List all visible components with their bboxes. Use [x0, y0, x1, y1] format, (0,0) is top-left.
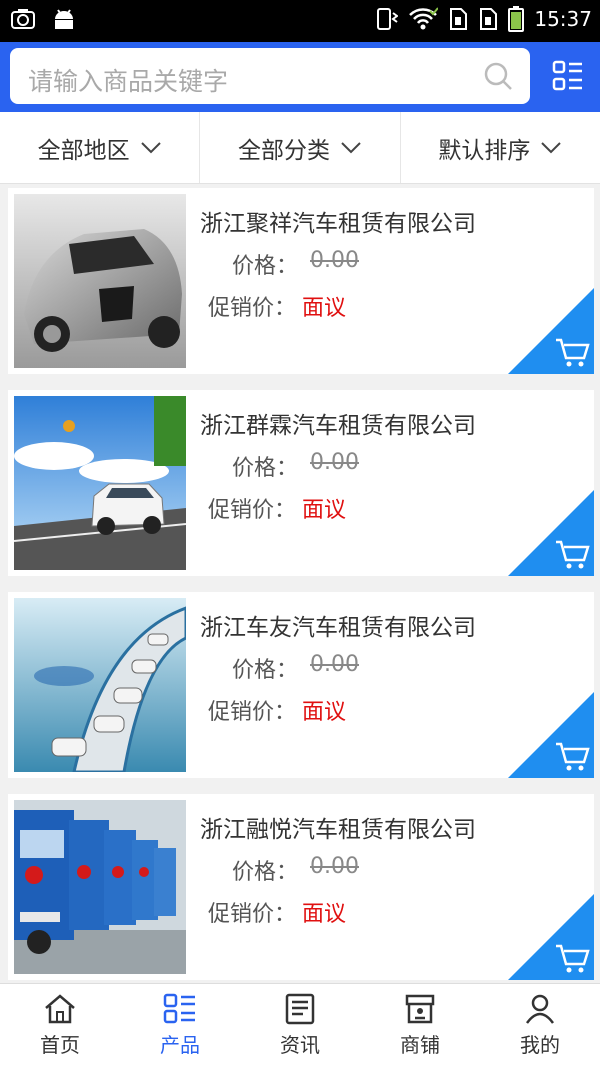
promo-price: 面议 — [302, 700, 347, 725]
search-icon[interactable] — [482, 60, 514, 92]
product-card[interactable]: 浙江车友汽车租赁有限公司 价格： 0.00 促销价： 面议 — [8, 592, 594, 778]
promo-price: 面议 — [302, 498, 347, 523]
price-row: 价格： 0.00 — [232, 652, 359, 684]
tab-shop[interactable]: 商铺 — [360, 984, 480, 1067]
product-card[interactable]: 浙江群霖汽车租赁有限公司 价格： 0.00 促销价： 面议 — [8, 390, 594, 576]
search-input[interactable]: 请输入商品关键字 — [28, 62, 228, 98]
original-price: 0.00 — [310, 450, 359, 475]
price-label: 价格： — [232, 658, 299, 683]
product-title[interactable]: 浙江聚祥汽车租赁有限公司 — [200, 204, 476, 238]
promo-label: 促销价： — [208, 498, 297, 523]
cart-icon[interactable] — [508, 692, 594, 778]
price-row: 价格： 0.00 — [232, 248, 359, 280]
product-image-white-suv-road[interactable] — [14, 396, 186, 570]
tab-label: 商铺 — [400, 1033, 440, 1057]
original-price: 0.00 — [310, 652, 359, 677]
price-label: 价格： — [232, 860, 299, 885]
chevron-down-icon — [140, 141, 161, 153]
vibrate-icon — [377, 8, 399, 30]
product-title[interactable]: 浙江车友汽车租赁有限公司 — [200, 608, 476, 642]
status-bar: 15:37 — [0, 0, 600, 42]
product-card[interactable]: 浙江融悦汽车租赁有限公司 价格： 0.00 促销价： 面议 — [8, 794, 594, 980]
promo-label: 促销价： — [208, 700, 297, 725]
wifi-icon — [409, 7, 439, 30]
tab-home[interactable]: 首页 — [0, 984, 120, 1067]
filter-sort[interactable]: 默认排序 — [401, 112, 600, 183]
bottom-tab-bar: 首页 产品 资讯 商铺 我的 — [0, 983, 600, 1067]
user-icon — [525, 994, 555, 1024]
cart-icon[interactable] — [508, 288, 594, 374]
tab-label: 产品 — [160, 1033, 200, 1057]
promo-price: 面议 — [302, 296, 347, 321]
promo-label: 促销价： — [208, 296, 297, 321]
android-icon — [55, 9, 73, 29]
screenshot-icon — [11, 9, 35, 29]
chevron-down-icon — [541, 141, 562, 153]
promo-row: 促销价： 面议 — [208, 896, 346, 928]
sim2-icon — [480, 8, 498, 30]
product-title[interactable]: 浙江融悦汽车租赁有限公司 — [200, 810, 476, 844]
cart-icon[interactable] — [508, 894, 594, 980]
filter-label: 全部地区 — [37, 137, 130, 164]
chevron-down-icon — [341, 141, 361, 153]
shop-icon — [405, 994, 435, 1024]
promo-price: 面议 — [302, 902, 347, 927]
original-price: 0.00 — [310, 248, 359, 273]
promo-row: 促销价： 面议 — [208, 492, 346, 524]
product-image-blue-trucks-row[interactable] — [14, 800, 186, 974]
price-label: 价格： — [232, 456, 299, 481]
battery-icon — [508, 6, 525, 32]
product-card[interactable]: 浙江聚祥汽车租赁有限公司 价格： 0.00 促销价： 面议 — [8, 188, 594, 374]
filter-region[interactable]: 全部地区 — [0, 112, 201, 183]
news-icon — [285, 993, 315, 1025]
sim1-icon — [450, 8, 468, 30]
product-image-cars-on-bridge[interactable] — [14, 598, 186, 772]
price-label: 价格： — [232, 254, 299, 279]
filter-bar: 全部地区 全部分类 默认排序 — [0, 112, 600, 184]
tab-profile[interactable]: 我的 — [480, 984, 600, 1067]
promo-row: 促销价： 面议 — [208, 290, 346, 322]
home-icon — [45, 994, 75, 1024]
promo-row: 促销价： 面议 — [208, 694, 346, 726]
promo-label: 促销价： — [208, 902, 297, 927]
category-menu-icon[interactable] — [552, 60, 584, 92]
original-price: 0.00 — [310, 854, 359, 879]
filter-category[interactable]: 全部分类 — [200, 112, 401, 183]
search-bar[interactable]: 请输入商品关键字 — [10, 48, 530, 104]
tab-label: 首页 — [40, 1033, 80, 1057]
tab-label: 我的 — [520, 1033, 560, 1057]
filter-label: 默认排序 — [438, 137, 531, 164]
tab-label: 资讯 — [280, 1033, 320, 1057]
tab-news[interactable]: 资讯 — [240, 984, 360, 1067]
price-row: 价格： 0.00 — [232, 854, 359, 886]
filter-label: 全部分类 — [237, 137, 330, 164]
cart-icon[interactable] — [508, 490, 594, 576]
tab-products[interactable]: 产品 — [120, 984, 240, 1067]
list-icon — [163, 993, 195, 1024]
header: 请输入商品关键字 — [0, 42, 600, 112]
product-image-silver-concept-car[interactable] — [14, 194, 186, 368]
status-time: 15:37 — [534, 7, 592, 31]
price-row: 价格： 0.00 — [232, 450, 359, 482]
product-title[interactable]: 浙江群霖汽车租赁有限公司 — [200, 406, 476, 440]
